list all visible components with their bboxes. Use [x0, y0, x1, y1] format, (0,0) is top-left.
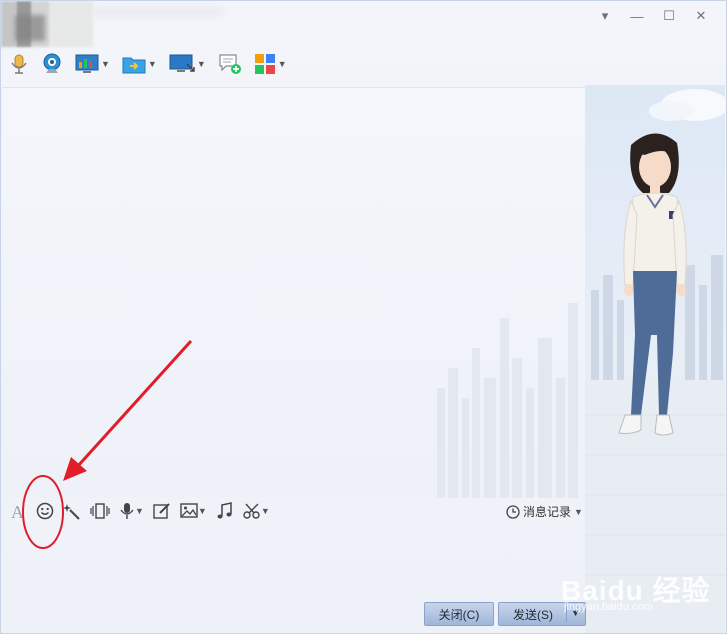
message-history-button[interactable]: 消息记录 ▼	[506, 503, 583, 520]
message-history-label: 消息记录	[523, 505, 572, 519]
dropdown-arrow-icon[interactable]: ▼	[574, 507, 583, 517]
input-toolbar: A ▼ ▼ ▼	[9, 501, 270, 521]
dropdown-arrow-icon[interactable]: ▼	[197, 59, 206, 69]
contact-avatar-blurred	[1, 1, 93, 47]
close-icon[interactable]: ✕	[690, 7, 712, 25]
message-input-area[interactable]	[2, 523, 587, 601]
dropdown-arrow-icon[interactable]: ▼	[261, 506, 270, 516]
music-button[interactable]	[216, 502, 234, 520]
file-transfer-button[interactable]: ▼	[122, 54, 157, 74]
dropdown-arrow-icon[interactable]: ▼	[101, 59, 110, 69]
video-call-button[interactable]	[41, 53, 63, 75]
chat-add-icon	[219, 54, 241, 74]
dropdown-arrow-icon[interactable]: ▼	[148, 59, 157, 69]
svg-text:A: A	[11, 502, 24, 521]
clock-icon	[506, 504, 520, 519]
avatar-show-panel	[585, 85, 726, 633]
dropdown-arrow-icon[interactable]: ▼	[278, 59, 287, 69]
microphone-icon	[11, 54, 27, 74]
send-button-label: 发送(S)	[513, 607, 553, 622]
remote-desktop-button[interactable]: ▼	[169, 54, 206, 74]
font-icon: A	[11, 502, 24, 521]
video-icon	[43, 53, 61, 73]
image-button[interactable]: ▼	[180, 503, 207, 519]
music-icon	[217, 502, 232, 519]
edit-icon	[153, 503, 170, 519]
dropdown-arrow-icon[interactable]: ▼	[135, 506, 144, 516]
dropdown-arrow-icon[interactable]: ▼	[198, 506, 207, 516]
menu-dropdown-icon[interactable]: ▾	[594, 7, 616, 25]
minimize-icon[interactable]: —	[626, 7, 648, 25]
folder-transfer-icon	[122, 57, 146, 74]
emoji-icon	[36, 502, 54, 520]
create-discussion-button[interactable]	[218, 53, 242, 75]
contact-name-blurred	[93, 7, 223, 17]
magic-icon	[63, 504, 80, 520]
city-skyline-decoration	[437, 303, 578, 498]
close-button[interactable]: 关闭(C)	[424, 602, 494, 626]
close-button-label: 关闭(C)	[438, 607, 480, 622]
screen-share-icon	[75, 54, 99, 73]
window-controls: ▾ — ☐ ✕	[594, 7, 712, 25]
voice-icon	[120, 503, 134, 519]
edit-button[interactable]	[153, 502, 171, 520]
apps-grid-icon	[254, 54, 275, 74]
remote-desktop-icon	[169, 54, 195, 72]
maximize-icon[interactable]: ☐	[658, 7, 680, 25]
message-history-area[interactable]	[2, 87, 587, 498]
emoji-button[interactable]	[36, 502, 54, 520]
font-button[interactable]: A	[9, 501, 27, 521]
character-illustration	[585, 89, 726, 633]
shake-window-button[interactable]	[90, 502, 110, 520]
watermark-url: jingyan.baidu.com	[564, 601, 653, 613]
magic-effects-button[interactable]	[63, 502, 81, 520]
shake-icon	[90, 503, 110, 519]
chat-window: ▾ — ☐ ✕ ▼ ▼ ▼ ▼ A ▼ ▼ ▼ 消息记录 ▼ 关闭(C) 发送(…	[0, 0, 727, 634]
voice-call-button[interactable]	[9, 53, 29, 75]
screenshot-button[interactable]: ▼	[243, 502, 270, 520]
apps-button[interactable]: ▼	[254, 53, 287, 75]
top-toolbar: ▼ ▼ ▼ ▼	[9, 53, 287, 75]
scissors-icon	[243, 503, 260, 519]
voice-message-button[interactable]: ▼	[119, 502, 144, 520]
image-icon	[180, 503, 198, 518]
screen-share-button[interactable]: ▼	[75, 54, 110, 74]
